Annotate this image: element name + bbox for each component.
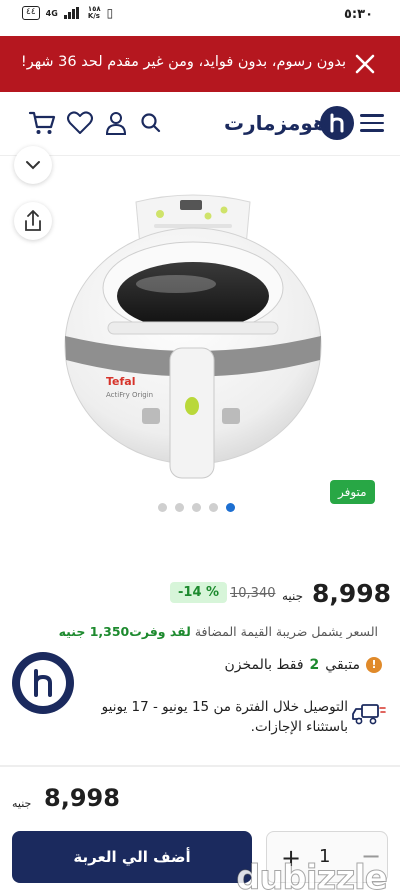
- divider: [0, 765, 400, 767]
- status-icons: ٤٤ 4G ١٥٨ K/s ▯: [22, 6, 113, 20]
- user-icon[interactable]: [103, 110, 129, 136]
- gallery-dot[interactable]: [192, 503, 201, 512]
- network-speed-unit: K/s: [87, 12, 100, 20]
- discount-badge: -14 %: [170, 582, 228, 603]
- stock-badge: متوفر: [330, 480, 375, 504]
- chevron-down-icon: [26, 161, 40, 170]
- old-price: 10,340: [230, 586, 276, 601]
- bottom-currency: جنيه: [12, 797, 32, 810]
- warning-icon: !: [366, 657, 382, 673]
- share-button[interactable]: [14, 202, 52, 240]
- network-type: 4G: [45, 8, 58, 18]
- gallery-dot[interactable]: [209, 503, 218, 512]
- promo-banner: بدون رسوم، بدون فوايد، ومن غير مقدم لحد …: [0, 36, 400, 92]
- gallery-dot[interactable]: [158, 503, 167, 512]
- vat-note: السعر يشمل ضريبة القيمة المضافة: [194, 624, 378, 639]
- heart-icon[interactable]: [66, 110, 94, 136]
- network-speed: ١٥٨ K/s: [88, 6, 101, 20]
- stock-info: ! متبقي 2 فقط بالمخزن: [224, 657, 382, 673]
- gallery-dot[interactable]: [175, 503, 184, 512]
- clock: ٥:٣٠: [344, 7, 374, 22]
- saving-text: لقد وفرت1,350 جنيه: [58, 624, 191, 639]
- cart-icon[interactable]: [28, 110, 56, 136]
- price-currency: جنيه: [282, 589, 304, 603]
- product-brand: Tefal: [106, 375, 135, 388]
- price-row: 8,998 جنيه 10,340 -14 %: [0, 575, 400, 615]
- gallery-dot-active[interactable]: [226, 503, 235, 512]
- share-icon: [25, 210, 41, 231]
- delivery-info: التوصيل خلال الفترة من 15 يونيو - 17 يون…: [101, 699, 348, 735]
- promo-text: بدون رسوم، بدون فوايد، ومن غير مقدم لحد …: [20, 54, 346, 70]
- close-icon[interactable]: [352, 51, 378, 77]
- signal-icon: [63, 7, 82, 19]
- current-price: 8,998: [312, 579, 392, 608]
- gallery-dots: [158, 503, 235, 512]
- floating-logo-button[interactable]: [12, 652, 74, 714]
- battery-icon: ٤٤: [22, 6, 40, 20]
- product-image: Tefal ActiFry Origin: [64, 194, 322, 479]
- add-to-cart-button[interactable]: أضف الي العربة: [12, 831, 252, 883]
- stock-prefix: متبقي: [325, 657, 360, 673]
- site-header: هومزمارت: [0, 92, 400, 156]
- search-icon[interactable]: [138, 110, 164, 136]
- product-gallery[interactable]: Tefal ActiFry Origin متوفر: [0, 146, 400, 520]
- logo-text[interactable]: هومزمارت: [224, 111, 327, 135]
- vibrate-icon: ▯: [106, 6, 114, 20]
- vat-line: السعر يشمل ضريبة القيمة المضافة لقد وفرت…: [59, 624, 378, 639]
- stock-suffix: فقط بالمخزن: [224, 657, 304, 673]
- collapse-button[interactable]: [14, 146, 52, 184]
- status-bar: ٤٤ 4G ١٥٨ K/s ▯ ٥:٣٠: [0, 0, 400, 32]
- bottom-price: 8,998: [44, 784, 120, 812]
- watermark: dubizzle: [236, 858, 389, 895]
- truck-icon: [352, 704, 386, 725]
- logo-icon: [20, 660, 66, 706]
- menu-icon[interactable]: [360, 114, 384, 132]
- product-model: ActiFry Origin: [106, 391, 153, 399]
- stock-qty: 2: [309, 657, 320, 673]
